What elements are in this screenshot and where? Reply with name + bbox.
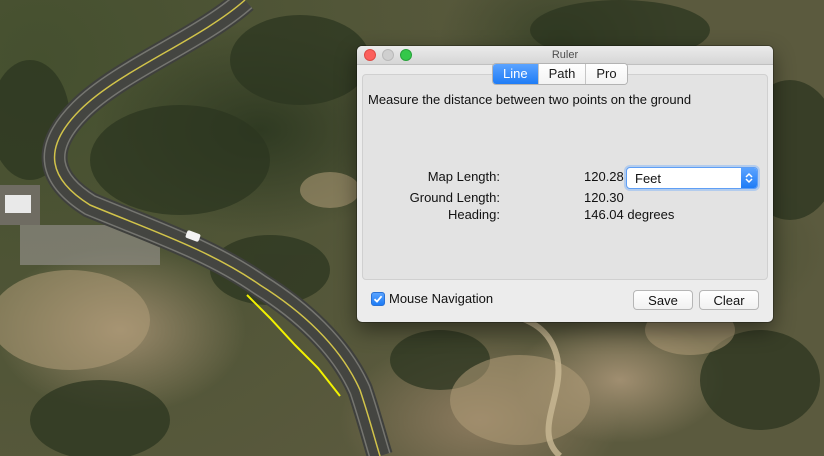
tab-line[interactable]: Line bbox=[493, 64, 538, 84]
tab-pro[interactable]: Pro bbox=[585, 64, 627, 84]
window-title: Ruler bbox=[551, 49, 579, 61]
save-button[interactable]: Save bbox=[633, 290, 693, 310]
select-arrows-icon bbox=[741, 168, 757, 188]
ground-length-label: Ground Length: bbox=[409, 190, 500, 205]
mouse-navigation-checkbox[interactable] bbox=[371, 292, 385, 306]
unit-select[interactable]: Feet bbox=[626, 167, 758, 189]
ruler-window: Ruler Line Path Pro Measure the distance… bbox=[357, 46, 773, 322]
mode-tabs: Line Path Pro bbox=[492, 63, 628, 85]
clear-button[interactable]: Clear bbox=[699, 290, 759, 310]
heading-value: 146.04 degrees bbox=[584, 207, 675, 222]
heading-label: Heading: bbox=[447, 207, 500, 222]
mouse-navigation-label[interactable]: Mouse Navigation bbox=[389, 291, 493, 306]
map-length-value: 120.28 bbox=[584, 169, 624, 184]
tab-path[interactable]: Path bbox=[537, 64, 586, 84]
ground-length-value: 120.30 bbox=[584, 190, 624, 205]
map-length-label: Map Length: bbox=[427, 169, 500, 184]
checkmark-icon bbox=[373, 295, 383, 303]
ruler-description: Measure the distance between two points … bbox=[368, 92, 692, 107]
unit-select-value: Feet bbox=[635, 171, 662, 186]
